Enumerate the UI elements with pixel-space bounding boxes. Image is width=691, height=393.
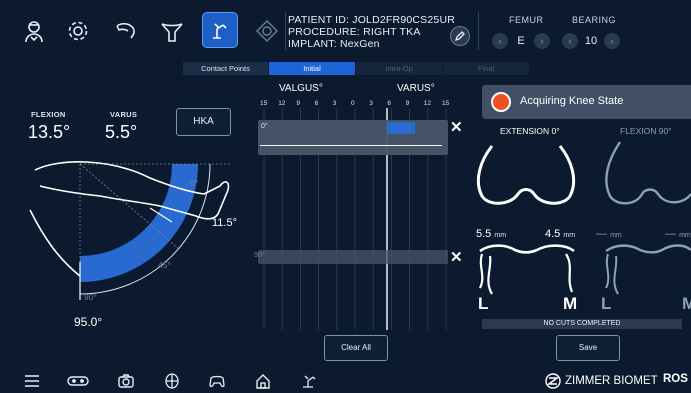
femur-label: FEMUR: [509, 15, 544, 25]
varus-label: VARUS: [110, 110, 138, 119]
clear-all-button[interactable]: Clear All: [324, 335, 388, 361]
valgus-header: VALGUS°: [279, 83, 323, 94]
flexion-arc-diagram: 0° 45° 90° 11.5° 95.0°: [29, 161, 237, 329]
bearing-decrease-button[interactable]: ‹: [562, 33, 578, 49]
femur-decrease-button[interactable]: ‹: [492, 33, 508, 49]
save-button[interactable]: Save: [556, 335, 620, 361]
femur-value: E: [517, 35, 525, 47]
bearing-label: BEARING: [572, 15, 617, 25]
extension-tibia-plateau: [479, 244, 575, 254]
scale-tick-label: 3: [369, 100, 373, 107]
bearing-stepper: ‹ 10 ›: [562, 31, 620, 51]
extension-medial-gap: 5.5 mm: [476, 228, 507, 240]
home-icon[interactable]: [254, 372, 272, 390]
edit-pencil-icon[interactable]: [450, 26, 470, 46]
flexion-femur-outline: [605, 141, 691, 205]
scale-tick-label: 15: [260, 100, 268, 107]
scale-tick-label: 12: [278, 100, 286, 107]
row-label-extension: 0°: [261, 123, 268, 130]
tab-final[interactable]: Final: [443, 62, 530, 75]
tab-contact-points[interactable]: Contact Points: [183, 62, 269, 75]
flex-medial-marker: M: [682, 294, 691, 313]
patient-info: PATIENT ID: JOLD2FR90CS25UR PROCEDURE: R…: [288, 14, 455, 50]
flexion-label: FLEXION: [31, 110, 66, 119]
tab-bar: Contact Points Initial Intra-Op Final: [183, 62, 530, 75]
robot-arm-icon[interactable]: [202, 12, 238, 48]
scale-tick-label: 0: [351, 100, 355, 107]
flexion-gauge-row: 90°: [254, 250, 448, 264]
settings-gear-icon[interactable]: [63, 16, 93, 46]
implant: IMPLANT: NexGen: [288, 38, 380, 50]
navigation-target-icon[interactable]: [252, 16, 282, 46]
bearing-value: 10: [584, 35, 598, 47]
tab-intra-op[interactable]: Intra-Op: [356, 62, 443, 75]
tracker-array-icon[interactable]: [66, 372, 90, 390]
extension-label: EXTENSION 0°: [500, 126, 560, 136]
close-extension-row-icon[interactable]: ✕: [450, 118, 463, 136]
flexion-lateral-gap: — mm: [665, 228, 691, 240]
extension-lateral-gap: 4.5 mm: [545, 228, 576, 240]
procedure: PROCEDURE: RIGHT TKA: [288, 26, 421, 38]
scale-tick-label: 12: [423, 100, 432, 107]
status-text: Acquiring Knee State: [520, 95, 624, 107]
flexion-arc-band: [80, 164, 198, 282]
scale-tick-label: 9: [405, 100, 410, 107]
current-angle-label: 11.5°: [212, 217, 237, 229]
ext-lateral-marker: L: [478, 294, 489, 313]
brand-name: ZIMMER BIOMET: [565, 375, 658, 387]
hka-button[interactable]: HKA: [176, 108, 231, 136]
brand-logo: ZIMMER BIOMET: [545, 373, 658, 389]
arc-label-zero: 0°: [190, 178, 198, 188]
scale-tick-label: 6: [387, 100, 392, 107]
status-indicator-dot: [491, 92, 511, 112]
product-name: ROS: [663, 373, 688, 385]
femur-bone-icon[interactable]: [111, 16, 141, 46]
extension-femur-outline: [476, 145, 576, 205]
ext-medial-marker: M: [563, 294, 578, 313]
close-flexion-row-icon[interactable]: ✕: [450, 248, 463, 266]
femur-increase-button[interactable]: ›: [534, 33, 550, 49]
robot-arm-status-icon[interactable]: [300, 372, 318, 390]
scale-tick-label: 3: [332, 100, 337, 107]
arc-label-90: 90°: [84, 292, 97, 302]
pelvis-icon[interactable]: [163, 372, 181, 390]
arc-label-45: 45°: [158, 260, 171, 270]
flexion-label: FLEXION 90°: [620, 126, 672, 136]
cuts-status-bar: NO CUTS COMPLETED: [482, 319, 682, 329]
patient-id: PATIENT ID: JOLD2FR90CS25UR: [288, 14, 456, 26]
tibia-bone-icon[interactable]: [157, 16, 187, 46]
varus-marker: [387, 122, 415, 134]
row-label-flexion: 90°: [254, 252, 265, 259]
controller-icon[interactable]: [208, 372, 226, 390]
femur-stepper: ‹ E ›: [492, 31, 550, 51]
divider: [285, 12, 286, 50]
flexion-medial-gap: — mm: [596, 228, 622, 240]
camera-icon[interactable]: [117, 372, 135, 390]
extension-gauge-row: 0°: [258, 120, 448, 155]
scale-tick-label: 9: [296, 100, 301, 107]
divider: [478, 12, 479, 50]
scale-tick-label: 6: [314, 100, 319, 107]
varus-header: VARUS°: [397, 83, 435, 94]
baseline: [260, 145, 442, 146]
bearing-increase-button[interactable]: ›: [604, 33, 620, 49]
flex-lateral-marker: L: [601, 294, 612, 313]
surgeon-profile-icon[interactable]: [19, 16, 49, 46]
menu-icon[interactable]: [23, 372, 41, 390]
scale-tick-label: 15: [442, 100, 450, 107]
tab-initial[interactable]: Initial: [269, 62, 356, 75]
max-flexion-label: 95.0°: [74, 315, 102, 329]
varus-value: 5.5°: [105, 122, 138, 142]
flexion-value: 13.5°: [28, 122, 71, 142]
zimmer-biomet-logo-icon: [545, 373, 561, 389]
flexion-tibia-plateau: [605, 244, 691, 254]
top-toolbar: PATIENT ID: JOLD2FR90CS25UR PROCEDURE: R…: [0, 0, 691, 62]
